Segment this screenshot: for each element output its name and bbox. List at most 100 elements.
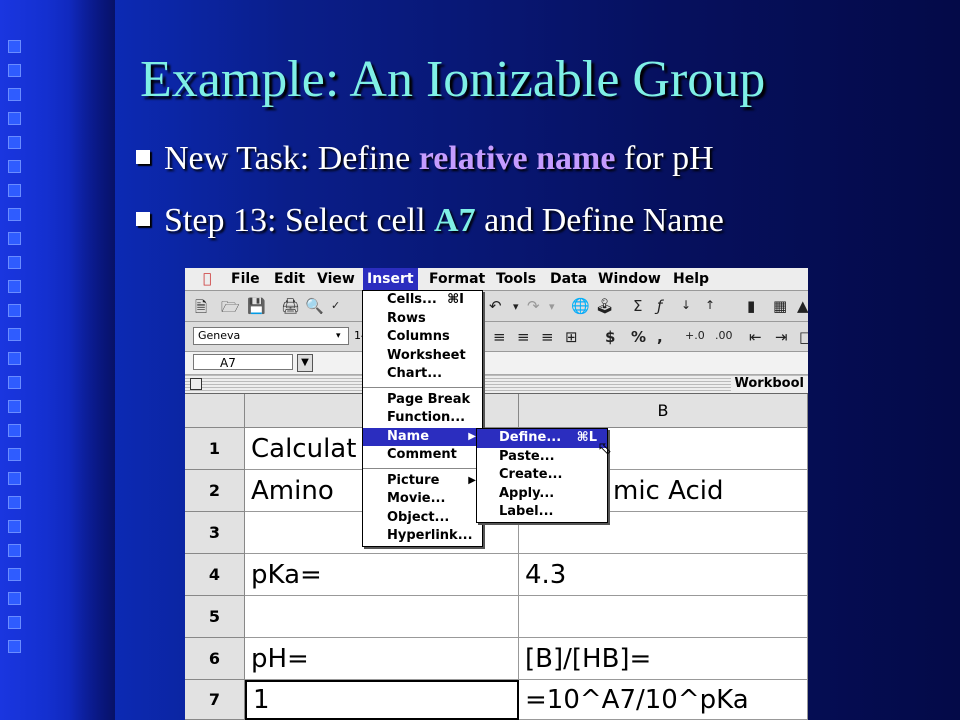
decorative-square — [8, 88, 21, 101]
cell-a5[interactable] — [245, 596, 519, 638]
name-submenu-define[interactable]: Define... ⌘L — [477, 429, 607, 448]
open-folder-icon[interactable]: 🗁 — [221, 297, 240, 322]
menu-window[interactable]: Window — [598, 271, 661, 287]
bullet-2-post: and Define Name — [475, 202, 724, 239]
menu-format[interactable]: Format — [429, 271, 485, 287]
close-box-icon[interactable] — [190, 378, 202, 390]
hyperlink-globe-icon[interactable]: 🌐 — [571, 297, 590, 315]
cell-a6[interactable]: pH= — [245, 638, 519, 680]
row-header-4[interactable]: 4 — [185, 554, 245, 596]
select-all-corner[interactable] — [185, 394, 245, 428]
name-box[interactable]: A7 — [193, 354, 293, 370]
insert-menu-hyperlink[interactable]: Hyperlink... — [363, 527, 482, 546]
decorative-square — [8, 40, 21, 53]
cell-a7-selected[interactable]: 1 — [245, 680, 519, 720]
undo-icon[interactable]: ↶ — [489, 297, 502, 315]
map-icon[interactable]: ▦ — [773, 297, 787, 315]
increase-decimal-icon[interactable]: +.0 — [685, 329, 705, 342]
drawing-icon[interactable]: ▲ — [797, 297, 808, 315]
align-left-icon[interactable]: ≡ — [493, 328, 506, 346]
menu-file[interactable]: File — [231, 271, 260, 287]
row-header-3[interactable]: 3 — [185, 512, 245, 554]
sort-descending-icon[interactable]: ↑ — [705, 298, 715, 312]
menu-data[interactable]: Data — [550, 271, 587, 287]
bullet-square-icon — [136, 150, 150, 165]
borders-icon[interactable]: □ — [799, 328, 808, 346]
row-header-7[interactable]: 7 — [185, 680, 245, 720]
insert-menu-chart[interactable]: Chart... — [363, 365, 482, 384]
percent-icon[interactable]: % — [631, 328, 646, 346]
decrease-indent-icon[interactable]: ⇤ — [749, 328, 762, 346]
insert-menu-comment[interactable]: Comment — [363, 446, 482, 465]
bullet-2-highlight: A7 — [434, 202, 476, 239]
column-header-b[interactable]: B — [519, 394, 808, 428]
cells-shortcut: ⌘I — [447, 292, 464, 307]
comma-style-icon[interactable]: , — [657, 328, 663, 346]
decorative-square — [8, 256, 21, 269]
sort-ascending-icon[interactable]: ↓ — [681, 298, 691, 312]
menu-edit[interactable]: Edit — [274, 271, 305, 287]
redo-icon[interactable]: ↷ — [527, 297, 540, 315]
web-toolbar-icon[interactable]: 🕹 — [595, 297, 614, 315]
cell-b5[interactable] — [519, 596, 808, 638]
name-submenu-paste[interactable]: Paste... — [477, 448, 607, 467]
menu-tools[interactable]: Tools — [496, 271, 536, 287]
insert-menu-rows[interactable]: Rows — [363, 310, 482, 329]
decrease-decimal-icon[interactable]: .00 — [715, 329, 733, 342]
apple-menu-icon[interactable]:  — [203, 271, 211, 287]
align-right-icon[interactable]: ≡ — [541, 328, 554, 346]
insert-menu-object[interactable]: Object... — [363, 509, 482, 528]
menu-separator — [363, 467, 482, 469]
increase-indent-icon[interactable]: ⇥ — [775, 328, 788, 346]
save-disk-icon[interactable]: 💾 — [247, 297, 266, 315]
row-header-2[interactable]: 2 — [185, 470, 245, 512]
define-label: Define... — [499, 430, 562, 445]
spelling-icon[interactable]: ✓ — [331, 299, 340, 312]
row-header-6[interactable]: 6 — [185, 638, 245, 680]
name-submenu: Define... ⌘L Paste... Create... Apply... … — [476, 428, 608, 523]
insert-menu-page-break[interactable]: Page Break — [363, 391, 482, 410]
insert-menu-movie[interactable]: Movie... — [363, 490, 482, 509]
name-submenu-apply[interactable]: Apply... — [477, 485, 607, 504]
workbook-title-bar[interactable]: Workbool — [185, 375, 808, 394]
decorative-square — [8, 232, 21, 245]
row-header-1[interactable]: 1 — [185, 428, 245, 470]
font-name-select[interactable]: Geneva ▾ 14 — [193, 327, 368, 345]
new-document-icon[interactable]: 🗎 — [195, 297, 207, 322]
menu-view[interactable]: View — [317, 271, 355, 287]
row-header-5[interactable]: 5 — [185, 596, 245, 638]
insert-menu-cells[interactable]: Cells... ⌘I — [363, 291, 482, 310]
insert-menu-name[interactable]: Name ▶ — [363, 427, 482, 446]
autosum-icon[interactable]: Σ — [633, 297, 642, 315]
align-center-icon[interactable]: ≡ — [517, 328, 530, 346]
currency-icon[interactable]: $ — [605, 328, 615, 346]
merge-center-icon[interactable]: ⊞ — [565, 328, 578, 346]
function-wizard-icon[interactable]: ƒ — [657, 297, 662, 315]
insert-menu-worksheet[interactable]: Worksheet — [363, 347, 482, 366]
cell-a4[interactable]: pKa= — [245, 554, 519, 596]
insert-menu-columns[interactable]: Columns — [363, 328, 482, 347]
decorative-square — [8, 568, 21, 581]
insert-menu-dropdown: Cells... ⌘I Rows Columns Worksheet Chart.… — [362, 290, 483, 547]
insert-menu-function[interactable]: Function... — [363, 409, 482, 428]
cell-b6[interactable]: [B]/[HB]= — [519, 638, 808, 680]
menu-insert[interactable]: Insert — [363, 268, 418, 290]
name-box-dropdown-icon[interactable]: ▼ — [297, 354, 313, 372]
print-icon[interactable]: 🖨 — [281, 297, 300, 315]
insert-menu-picture[interactable]: Picture ▶ — [363, 472, 482, 491]
cell-b7[interactable]: =10^A7/10^pKa — [519, 680, 808, 720]
print-preview-icon[interactable]: 🔍 — [305, 297, 324, 315]
redo-dropdown-icon[interactable]: ▾ — [549, 300, 555, 313]
menu-help[interactable]: Help — [673, 271, 709, 287]
name-submenu-create[interactable]: Create... — [477, 466, 607, 485]
formatting-toolbar: Geneva ▾ 14 ≡ ≡ ≡ ⊞ $ % , +.0 .00 ⇤ ⇥ □ — [185, 322, 808, 352]
cell-b4[interactable]: 4.3 — [519, 554, 808, 596]
decorative-square — [8, 400, 21, 413]
undo-dropdown-icon[interactable]: ▾ — [513, 300, 519, 313]
chart-wizard-icon[interactable]: ▮ — [747, 297, 755, 315]
name-submenu-label[interactable]: Label... — [477, 503, 607, 522]
bullet-1-highlight: relative name — [418, 140, 616, 177]
decorative-square — [8, 184, 21, 197]
menu-separator — [363, 386, 482, 388]
font-dropdown-icon[interactable]: ▾ — [336, 328, 341, 344]
